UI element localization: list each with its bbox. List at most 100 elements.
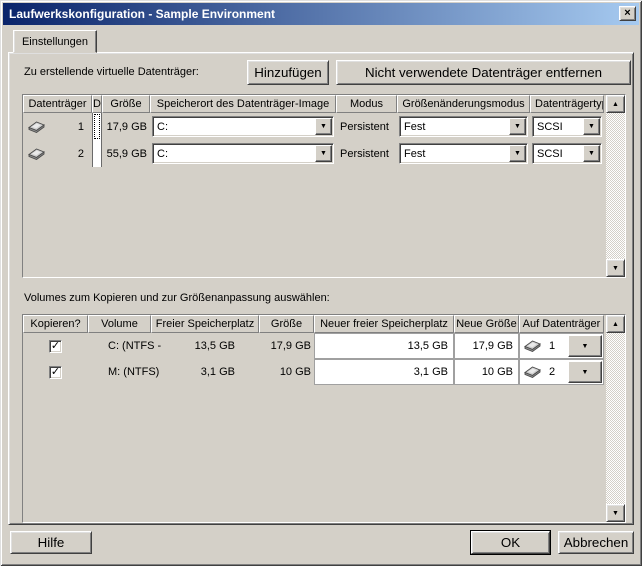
disk-2-resizemode-combobox[interactable]: Fest ▼ [399,143,528,164]
close-icon: × [624,8,630,19]
disk-1-type-cell: SCSI ▼ [530,113,604,140]
volume-2-size: 10 GB [259,359,314,385]
virtual-disks-grid: Datenträger D Größe Speicherort des Date… [22,94,626,278]
scrollbar-track[interactable] [606,113,625,259]
col-datentraegertyp[interactable]: Datenträgertyp [530,95,604,113]
disk-1-resizemode-combobox[interactable]: Fest ▼ [399,116,528,137]
volume-2-free: 3,1 GB [151,359,259,385]
arrow-up-icon: ▲ [612,101,619,108]
disk-2-d-cell[interactable] [92,140,102,167]
ok-button[interactable]: OK [471,531,550,554]
volume-2-new-size-field[interactable]: 10 GB [454,359,519,385]
disk-2-mode: Persistent [336,140,397,167]
disk-number: 1 [78,121,84,133]
disk-number: 2 [78,148,84,160]
add-disk-button[interactable]: Hinzufügen [247,60,329,85]
volume-1-new-size-field[interactable]: 17,9 GB [454,333,519,359]
volume-2-target-disk-combobox[interactable]: 2 ▼ [519,359,604,385]
volume-2-copy-checkbox[interactable]: ✓ [49,366,62,379]
col-d[interactable]: D [92,95,102,113]
tab-label: Einstellungen [22,36,88,48]
scroll-down-button[interactable]: ▼ [606,504,625,522]
disk-1-d-cell[interactable] [92,113,102,140]
check-icon: ✓ [51,341,60,352]
close-button[interactable]: × [619,6,636,21]
chevron-down-icon[interactable]: ▼ [568,361,602,383]
col-freier-speicherplatz[interactable]: Freier Speicherplatz [151,315,259,333]
help-button[interactable]: Hilfe [10,531,92,554]
disk-2-type-cell: SCSI ▼ [530,140,604,167]
remove-unused-disks-button[interactable]: Nicht verwendete Datenträger entfernen [336,60,631,85]
disk-1-size: 17,9 GB [102,113,150,140]
col-auf-datentraeger[interactable]: Auf Datenträger [519,315,604,333]
chevron-down-icon[interactable]: ▼ [583,118,600,135]
scrollbar-track[interactable] [606,333,625,504]
volume-2-name: M: (NTFS) [88,359,151,385]
col-neuer-freier-speicherplatz[interactable]: Neuer freier Speicherplatz [314,315,454,333]
scroll-up-button[interactable]: ▲ [606,95,625,113]
disk-1-mode: Persistent [336,113,397,140]
chevron-down-icon[interactable]: ▼ [509,118,526,135]
chevron-down-icon[interactable]: ▼ [583,145,600,162]
col-groessenaenderungsmodus[interactable]: Größenänderungsmodus [397,95,530,113]
disk-row-1: 1 17,9 GB C: ▼ Persistent Fest ▼ SCSI [23,113,625,140]
col-datentraeger[interactable]: Datenträger [23,95,92,113]
volume-2-new-free-field[interactable]: 3,1 GB [314,359,454,385]
disk-1-type-combobox[interactable]: SCSI ▼ [532,116,602,137]
virtual-disks-header: Datenträger D Größe Speicherort des Date… [23,95,625,113]
disk-1-cell: 1 [23,113,92,140]
disk-1-resizemode-cell: Fest ▼ [397,113,530,140]
disk-2-cell: 2 [23,140,92,167]
target-disk-number: 2 [549,366,555,378]
virtual-disks-scrollbar[interactable]: ▲ ▼ [606,95,625,277]
col-modus[interactable]: Modus [336,95,397,113]
window-title: Laufwerkskonfiguration - Sample Environm… [9,7,275,21]
tab-einstellungen[interactable]: Einstellungen [13,30,97,53]
cancel-button[interactable]: Abbrechen [558,531,634,554]
chevron-down-icon[interactable]: ▼ [315,118,332,135]
disk-2-type-combobox[interactable]: SCSI ▼ [532,143,602,164]
col-speicherort[interactable]: Speicherort des Datenträger-Image [150,95,336,113]
volumes-label: Volumes zum Kopieren und zur Größenanpas… [24,292,330,304]
chevron-down-icon[interactable]: ▼ [568,335,602,357]
arrow-up-icon: ▲ [612,321,619,328]
col-kopieren[interactable]: Kopieren? [23,315,88,333]
volumes-grid: Kopieren? Volume Freier Speicherplatz Gr… [22,314,626,523]
volume-1-copy-checkbox[interactable]: ✓ [49,340,62,353]
volume-1-target-disk-combobox[interactable]: 1 ▼ [519,333,604,359]
volume-row-1: ✓ C: (NTFS - 13,5 GB 17,9 GB 13,5 GB 17,… [23,333,625,359]
volume-1-new-free-field[interactable]: 13,5 GB [314,333,454,359]
volumes-header: Kopieren? Volume Freier Speicherplatz Gr… [23,315,625,333]
target-disk-number: 1 [549,340,555,352]
disk-row-2: 2 55,9 GB C: ▼ Persistent Fest ▼ SCSI [23,140,625,167]
titlebar: Laufwerkskonfiguration - Sample Environm… [3,3,639,25]
volume-1-name: C: (NTFS - [88,333,151,359]
focus-rect [94,114,100,139]
volume-1-copy-cell: ✓ [23,333,88,359]
volume-1-free: 13,5 GB [151,333,259,359]
volume-2-copy-cell: ✓ [23,359,88,385]
disk-2-resizemode-cell: Fest ▼ [397,140,530,167]
arrow-down-icon: ▼ [612,265,619,272]
disk-1-location-cell: C: ▼ [150,113,336,140]
col-groesse[interactable]: Größe [102,95,150,113]
scroll-up-button[interactable]: ▲ [606,315,625,333]
col-groesse2[interactable]: Größe [259,315,314,333]
disk-2-location-cell: C: ▼ [150,140,336,167]
disk-2-location-combobox[interactable]: C: ▼ [152,143,334,164]
volume-row-2: ✓ M: (NTFS) 3,1 GB 10 GB 3,1 GB 10 GB 2 … [23,359,625,385]
chevron-down-icon[interactable]: ▼ [509,145,526,162]
col-volume[interactable]: Volume [88,315,151,333]
arrow-down-icon: ▼ [612,510,619,517]
disk-icon [524,340,541,352]
volume-1-size: 17,9 GB [259,333,314,359]
disk-icon [28,148,45,160]
disk-2-size: 55,9 GB [102,140,150,167]
scroll-down-button[interactable]: ▼ [606,259,625,277]
disk-icon [28,121,45,133]
disk-1-location-combobox[interactable]: C: ▼ [152,116,334,137]
volumes-scrollbar[interactable]: ▲ ▼ [606,315,625,522]
chevron-down-icon[interactable]: ▼ [315,145,332,162]
col-neue-groesse[interactable]: Neue Größe [454,315,519,333]
drive-configuration-dialog: Laufwerkskonfiguration - Sample Environm… [0,0,642,566]
